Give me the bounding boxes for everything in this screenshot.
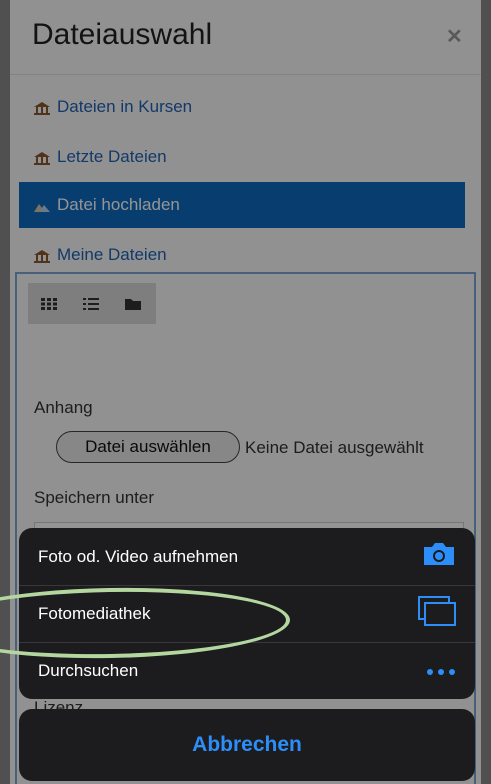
save-as-label: Speichern unter bbox=[34, 488, 155, 507]
action-sheet: Foto od. Video aufnehmen Fotomediathek D… bbox=[19, 528, 475, 699]
choose-file-button[interactable]: Datei auswählen bbox=[56, 431, 240, 463]
repo-item-label: Dateien in Kursen bbox=[57, 97, 193, 116]
option-label: Fotomediathek bbox=[38, 603, 151, 623]
browse-option[interactable]: Durchsuchen bbox=[19, 642, 475, 699]
repository-icon bbox=[33, 150, 51, 165]
option-label: Foto od. Video aufnehmen bbox=[38, 546, 239, 566]
repo-item-label: Datei hochladen bbox=[57, 195, 180, 214]
take-photo-video-option[interactable]: Foto od. Video aufnehmen bbox=[19, 528, 475, 585]
repo-item-label: Letzte Dateien bbox=[57, 147, 167, 166]
repo-item-letzte-dateien[interactable]: Letzte Dateien bbox=[19, 134, 465, 180]
dialog-title: Dateiauswahl bbox=[32, 18, 213, 51]
option-label: Durchsuchen bbox=[38, 660, 139, 680]
view-switcher bbox=[28, 283, 156, 324]
grid-view-icon[interactable] bbox=[28, 283, 70, 324]
camera-icon bbox=[422, 542, 456, 571]
repository-icon bbox=[33, 248, 51, 263]
photo-library-option[interactable]: Fotomediathek bbox=[19, 585, 475, 642]
attachment-label: Anhang bbox=[34, 398, 93, 417]
repository-icon bbox=[33, 100, 51, 115]
more-icon bbox=[426, 661, 456, 681]
photo-library-icon bbox=[418, 596, 456, 631]
list-view-icon[interactable] bbox=[70, 283, 112, 324]
folder-view-icon[interactable] bbox=[112, 283, 154, 324]
upload-icon bbox=[33, 198, 51, 212]
close-icon[interactable]: ✕ bbox=[446, 24, 463, 49]
cancel-button[interactable]: Abbrechen bbox=[19, 709, 475, 781]
no-file-text: Keine Datei ausgewählt bbox=[245, 438, 424, 457]
header-divider bbox=[10, 74, 481, 75]
repo-item-datei-hochladen[interactable]: Datei hochladen bbox=[19, 182, 465, 228]
repo-item-dateien-in-kursen[interactable]: Dateien in Kursen bbox=[19, 84, 465, 130]
repo-item-label: Meine Dateien bbox=[57, 245, 167, 264]
